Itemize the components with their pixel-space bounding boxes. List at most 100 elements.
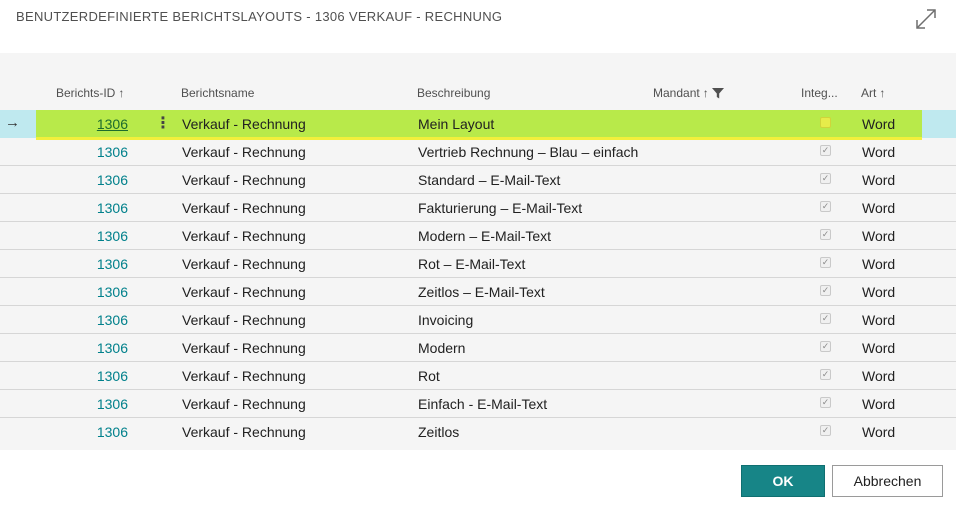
column-header-berichts-id[interactable]: Berichts-ID ↑ (56, 86, 124, 100)
cell-art: Word (862, 284, 896, 300)
more-vertical-icon[interactable]: ⋮ (155, 113, 171, 133)
cell-berichts-id[interactable]: 1306 (60, 256, 128, 272)
cell-berichts-id[interactable]: 1306 (60, 368, 128, 384)
filter-icon[interactable] (711, 87, 724, 99)
cell-berichts-id[interactable]: 1306 (60, 424, 128, 440)
column-header-beschreibung[interactable]: Beschreibung (417, 86, 490, 100)
expand-icon[interactable] (914, 7, 938, 31)
table-row[interactable]: 1306 Verkauf - Rechnung Standard – E-Mai… (0, 166, 956, 194)
column-header-integriert[interactable]: Integ... (801, 86, 838, 100)
ok-button[interactable]: OK (741, 465, 825, 497)
cell-art: Word (862, 144, 896, 160)
cell-beschreibung: Fakturierung – E-Mail-Text (418, 200, 583, 216)
column-header-mandant[interactable]: Mandant ↑ (653, 86, 724, 100)
grid-rows: → 1306 ⋮ Verkauf - Rechnung Mein Layout … (0, 110, 956, 446)
cell-art: Word (862, 340, 896, 356)
checkmark-icon: ✓ (820, 397, 831, 408)
cell-berichtsname: Verkauf - Rechnung (182, 228, 306, 244)
cell-art: Word (862, 172, 896, 188)
column-header-art[interactable]: Art ↑ (861, 86, 885, 100)
cell-art: Word (862, 256, 896, 272)
cell-art: Word (862, 228, 896, 244)
dialog-title: BENUTZERDEFINIERTE BERICHTSLAYOUTS - 130… (16, 9, 503, 24)
cell-beschreibung: Einfach - E-Mail-Text (418, 396, 548, 412)
cell-integriert: ✓ (820, 313, 831, 324)
sort-ascending-icon: ↑ (118, 86, 125, 100)
cell-integriert: ✓ (820, 341, 831, 352)
grid-header: Berichts-ID ↑ Berichtsname Beschreibung … (0, 83, 956, 105)
cell-berichts-id[interactable]: 1306 (60, 312, 128, 328)
cell-berichtsname: Verkauf - Rechnung (182, 116, 306, 132)
checkmark-icon: ✓ (820, 313, 831, 324)
checkmark-icon: ✓ (820, 173, 831, 184)
cell-berichts-id[interactable]: 1306 (60, 340, 128, 356)
cancel-button[interactable]: Abbrechen (832, 465, 943, 497)
checkmark-icon: ✓ (820, 145, 831, 156)
checkmark-icon: ✓ (820, 285, 831, 296)
cell-art: Word (862, 424, 896, 440)
cell-beschreibung: Modern (418, 340, 466, 356)
checkmark-icon: ✓ (820, 257, 831, 268)
cell-beschreibung: Mein Layout (418, 116, 495, 132)
table-row[interactable]: 1306 Verkauf - Rechnung Modern ✓ Word (0, 334, 956, 362)
cell-art: Word (862, 116, 896, 132)
cell-berichtsname: Verkauf - Rechnung (182, 424, 306, 440)
cell-berichtsname: Verkauf - Rechnung (182, 284, 306, 300)
cell-berichts-id[interactable]: 1306 (60, 284, 128, 300)
cell-integriert: ✓ (820, 145, 831, 156)
cell-integriert: ✓ (820, 173, 831, 184)
cell-berichts-id[interactable]: 1306 (60, 228, 128, 244)
cell-integriert: ✓ (820, 285, 831, 296)
cell-berichtsname: Verkauf - Rechnung (182, 396, 306, 412)
cell-berichtsname: Verkauf - Rechnung (182, 312, 306, 328)
cell-berichts-id[interactable]: 1306 (60, 396, 128, 412)
table-row[interactable]: 1306 Verkauf - Rechnung Zeitlos ✓ Word (0, 418, 956, 446)
checkmark-icon: ✓ (820, 425, 831, 436)
cell-integriert: ✓ (820, 397, 831, 408)
table-row[interactable]: 1306 Verkauf - Rechnung Rot – E-Mail-Tex… (0, 250, 956, 278)
cell-art: Word (862, 396, 896, 412)
cell-beschreibung: Rot – E-Mail-Text (418, 256, 526, 272)
column-header-berichtsname[interactable]: Berichtsname (181, 86, 254, 100)
table-row-selected[interactable]: → 1306 ⋮ Verkauf - Rechnung Mein Layout … (0, 110, 956, 140)
cell-berichtsname: Verkauf - Rechnung (182, 340, 306, 356)
cell-integriert: ✓ (820, 369, 831, 380)
cell-beschreibung: Invoicing (418, 312, 474, 328)
checkmark-icon: ✓ (820, 201, 831, 212)
table-row[interactable]: 1306 Verkauf - Rechnung Invoicing ✓ Word (0, 306, 956, 334)
cell-beschreibung: Standard – E-Mail-Text (418, 172, 561, 188)
arrow-right-icon: → (5, 114, 20, 131)
cell-art: Word (862, 200, 896, 216)
table-row[interactable]: 1306 Verkauf - Rechnung Einfach - E-Mail… (0, 390, 956, 418)
checkmark-icon: ✓ (820, 229, 831, 240)
cell-integriert: ✓ (820, 257, 831, 268)
cell-integriert[interactable] (820, 117, 831, 128)
cell-berichtsname: Verkauf - Rechnung (182, 172, 306, 188)
cell-art: Word (862, 368, 896, 384)
cell-berichts-id[interactable]: 1306 (60, 200, 128, 216)
cell-berichts-id[interactable]: 1306 (60, 144, 128, 160)
cell-integriert: ✓ (820, 201, 831, 212)
cell-berichts-id[interactable]: 1306 (60, 172, 128, 188)
checkbox-unchecked[interactable] (820, 117, 831, 128)
table-row[interactable]: 1306 Verkauf - Rechnung Fakturierung – E… (0, 194, 956, 222)
table-row[interactable]: 1306 Verkauf - Rechnung Vertrieb Rechnun… (0, 138, 956, 166)
cell-berichtsname: Verkauf - Rechnung (182, 368, 306, 384)
cell-beschreibung: Rot (418, 368, 440, 384)
cell-berichts-id[interactable]: 1306 (60, 116, 128, 132)
cell-beschreibung: Zeitlos – E-Mail-Text (418, 284, 545, 300)
table-row[interactable]: 1306 Verkauf - Rechnung Zeitlos – E-Mail… (0, 278, 956, 306)
cell-art: Word (862, 312, 896, 328)
cell-integriert: ✓ (820, 229, 831, 240)
table-row[interactable]: 1306 Verkauf - Rechnung Rot ✓ Word (0, 362, 956, 390)
checkmark-icon: ✓ (820, 341, 831, 352)
cell-berichtsname: Verkauf - Rechnung (182, 256, 306, 272)
checkmark-icon: ✓ (820, 369, 831, 380)
sort-ascending-icon: ↑ (702, 86, 709, 100)
table-row[interactable]: 1306 Verkauf - Rechnung Modern – E-Mail-… (0, 222, 956, 250)
layouts-grid: Berichts-ID ↑ Berichtsname Beschreibung … (0, 53, 956, 450)
cell-beschreibung: Zeitlos (418, 424, 460, 440)
cell-beschreibung: Vertrieb Rechnung – Blau – einfach (418, 144, 639, 160)
cell-integriert: ✓ (820, 425, 831, 436)
sort-ascending-icon: ↑ (879, 86, 886, 100)
